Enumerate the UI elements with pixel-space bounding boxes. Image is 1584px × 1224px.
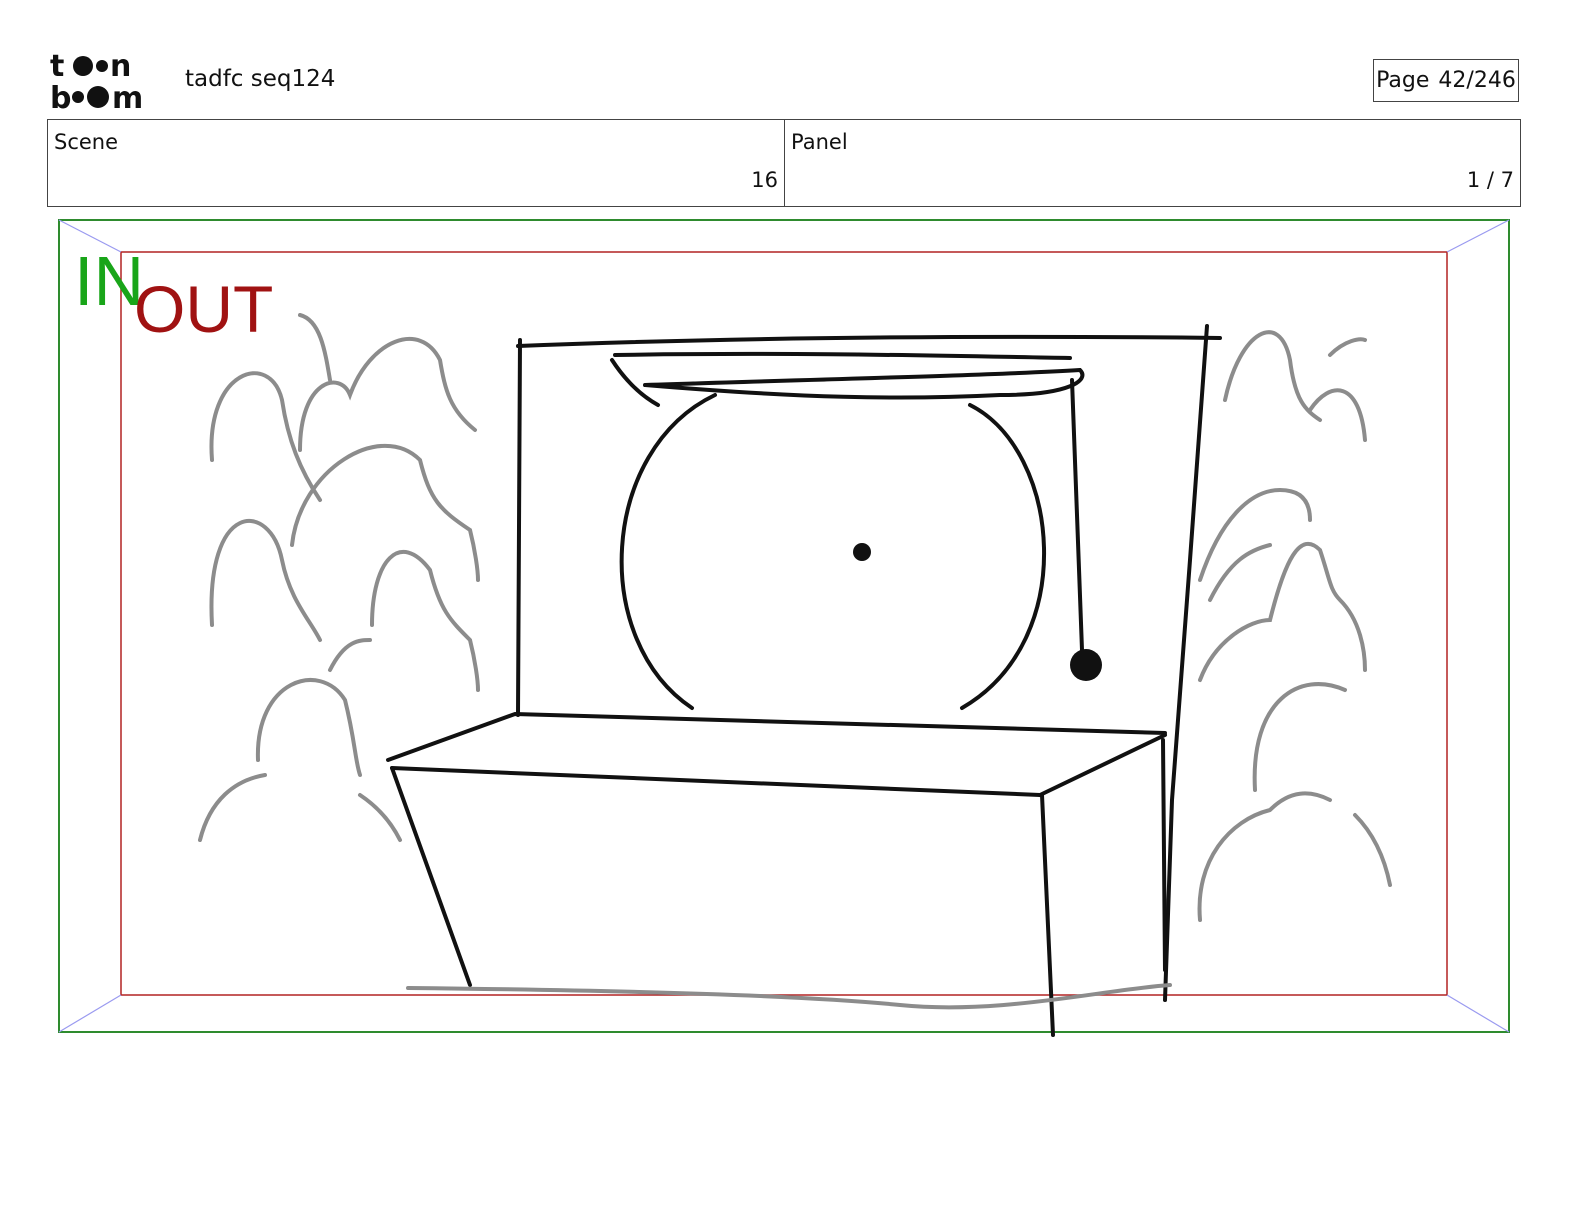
crowd-left-sketch [198,313,480,842]
frame-corner-guides [58,219,1510,1033]
gong-stand-sketch [516,324,1222,1002]
crowd-right-sketch [1197,330,1392,922]
gong-center-dot [853,543,871,561]
storyboard-panel [58,219,1510,1037]
out-marker: OUT [134,272,274,346]
floor-line-sketch [406,983,1172,1010]
gong-mallet [1070,649,1102,681]
gong-sketch [619,393,1047,710]
table-sketch [386,711,1167,1037]
camera-frame-outer [58,219,1510,1033]
